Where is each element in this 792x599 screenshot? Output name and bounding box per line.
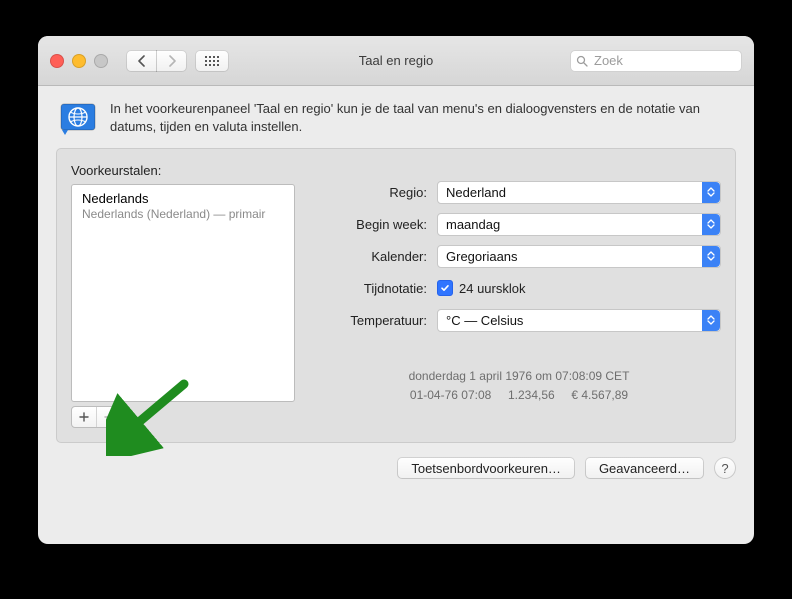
content: In het voorkeurenpaneel 'Taal en regio' … xyxy=(38,86,754,491)
forward-button[interactable] xyxy=(156,50,187,72)
region-settings: Regio: Nederland Begin week: maandag xyxy=(317,163,721,428)
first-day-popup[interactable]: maandag xyxy=(437,213,721,236)
temperature-value: °C — Celsius xyxy=(446,313,523,328)
preferences-window: Taal en regio xyxy=(38,36,754,544)
show-all-button[interactable] xyxy=(195,50,229,72)
intro: In het voorkeurenpaneel 'Taal en regio' … xyxy=(56,100,736,148)
keyboard-prefs-button[interactable]: Toetsenbordvoorkeuren… xyxy=(397,457,575,479)
popup-arrows-icon xyxy=(702,214,720,235)
check-icon xyxy=(440,283,450,293)
search-icon xyxy=(576,55,588,67)
back-button[interactable] xyxy=(126,50,156,72)
example-line-2: 01-04-76 07:08 1.234,56 € 4.567,89 xyxy=(317,386,721,405)
calendar-label: Kalender: xyxy=(317,249,427,264)
calendar-popup[interactable]: Gregoriaans xyxy=(437,245,721,268)
languages-column: Voorkeurstalen: Nederlands Nederlands (N… xyxy=(71,163,295,428)
popup-arrows-icon xyxy=(702,246,720,267)
add-remove-group xyxy=(71,406,122,428)
search-field-wrap[interactable] xyxy=(570,50,742,72)
grid-icon xyxy=(205,56,219,66)
add-language-button[interactable] xyxy=(72,407,96,427)
calendar-value: Gregoriaans xyxy=(446,249,518,264)
region-popup[interactable]: Nederland xyxy=(437,181,721,204)
intro-text: In het voorkeurenpaneel 'Taal en regio' … xyxy=(110,100,732,136)
language-sub: Nederlands (Nederland) — primair xyxy=(82,207,284,221)
language-item[interactable]: Nederlands Nederlands (Nederland) — prim… xyxy=(72,185,294,225)
temperature-popup[interactable]: °C — Celsius xyxy=(437,309,721,332)
example-line-1: donderdag 1 april 1976 om 07:08:09 CET xyxy=(317,367,721,386)
nav-back-forward xyxy=(126,50,187,72)
format-examples: donderdag 1 april 1976 om 07:08:09 CET 0… xyxy=(317,367,721,405)
languages-label: Voorkeurstalen: xyxy=(71,163,295,178)
window-controls xyxy=(50,54,108,68)
bottom-bar: Toetsenbordvoorkeuren… Geavanceerd… ? xyxy=(56,457,736,479)
remove-language-button[interactable] xyxy=(96,407,121,427)
temperature-label: Temperatuur: xyxy=(317,313,427,328)
region-label: Regio: xyxy=(317,185,427,200)
globe-flag-icon xyxy=(60,100,96,136)
advanced-button[interactable]: Geavanceerd… xyxy=(585,457,704,479)
language-name: Nederlands xyxy=(82,191,284,206)
settings-panel: Voorkeurstalen: Nederlands Nederlands (N… xyxy=(56,148,736,443)
help-button[interactable]: ? xyxy=(714,457,736,479)
search-input[interactable] xyxy=(592,52,736,69)
time-format-label: Tijdnotatie: xyxy=(317,281,427,296)
minimize-window-button[interactable] xyxy=(72,54,86,68)
popup-arrows-icon xyxy=(702,310,720,331)
plus-icon xyxy=(79,412,89,422)
languages-list[interactable]: Nederlands Nederlands (Nederland) — prim… xyxy=(71,184,295,402)
popup-arrows-icon xyxy=(702,182,720,203)
toolbar: Taal en regio xyxy=(38,36,754,86)
24h-label: 24 uursklok xyxy=(459,281,525,296)
first-day-value: maandag xyxy=(446,217,500,232)
close-window-button[interactable] xyxy=(50,54,64,68)
minus-icon xyxy=(104,412,114,422)
24h-checkbox[interactable] xyxy=(437,280,453,296)
first-day-label: Begin week: xyxy=(317,217,427,232)
zoom-window-button[interactable] xyxy=(94,54,108,68)
region-value: Nederland xyxy=(446,185,506,200)
